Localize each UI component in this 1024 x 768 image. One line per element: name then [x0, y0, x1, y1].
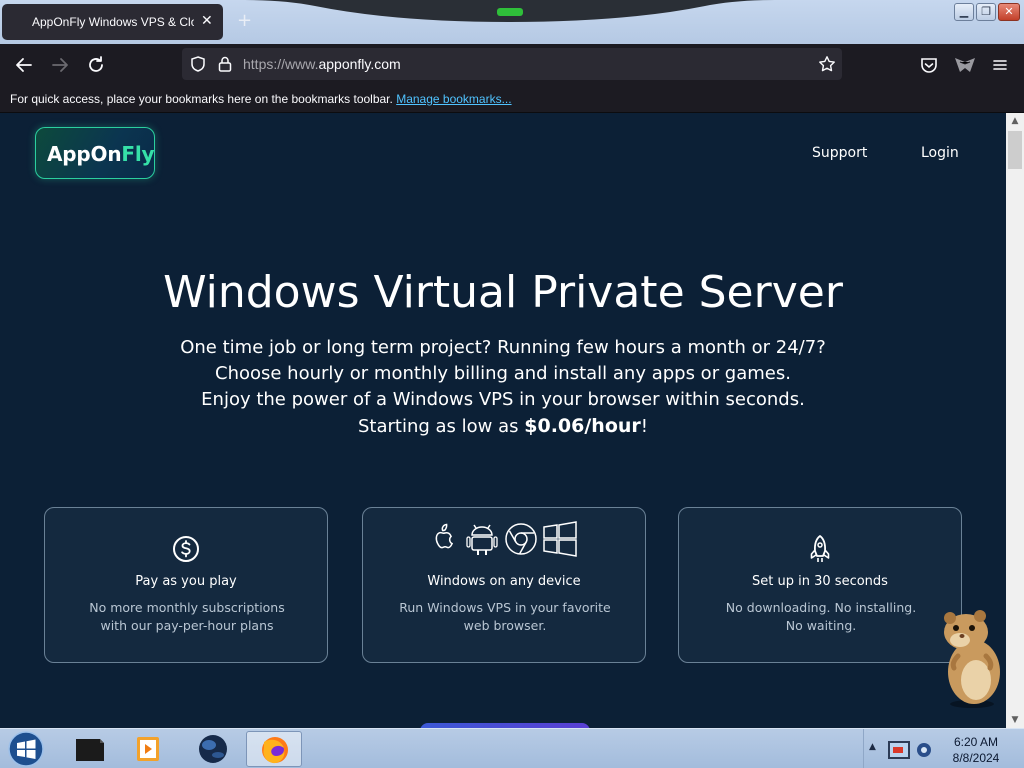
- start-orb-icon[interactable]: [6, 730, 46, 768]
- os-taskbar: ▲ 6:20 AM 8/8/2024: [0, 728, 1024, 768]
- close-button[interactable]: ✕: [998, 3, 1020, 21]
- card-title: Set up in 30 seconds: [752, 574, 888, 589]
- clock-date: 8/8/2024: [952, 751, 1000, 765]
- feature-card-pay-as-you-play: Pay as you play No more monthly subscrip…: [44, 507, 328, 663]
- show-hidden-icons-icon[interactable]: ▲: [869, 742, 876, 752]
- card-description: No more monthly subscriptions with our pa…: [89, 600, 285, 633]
- apponfly-logo[interactable]: AppOnFly: [35, 127, 155, 179]
- window-title-bar: AppOnFly Windows VPS & Clou ✕ + ▁ ❐ ✕: [0, 0, 1024, 44]
- reload-icon[interactable]: [85, 54, 107, 76]
- page-scrollbar[interactable]: ▲ ▼: [1006, 113, 1024, 728]
- tray-separator: [863, 729, 864, 768]
- pocket-icon[interactable]: [918, 54, 940, 76]
- window-controls: ▁ ❐ ✕: [954, 3, 1020, 21]
- taskbar-globe-app[interactable]: [185, 731, 241, 767]
- network-status-icon[interactable]: [887, 739, 911, 761]
- shield-icon[interactable]: [189, 55, 207, 73]
- card-title: Pay as you play: [135, 574, 237, 589]
- feature-card-any-device: Windows on any device Run Windows VPS in…: [362, 507, 646, 663]
- bookmarks-toolbar: For quick access, place your bookmarks h…: [0, 85, 1024, 113]
- menu-icon[interactable]: [989, 54, 1011, 76]
- logo-text: AppOnFly: [47, 142, 155, 166]
- manage-bookmarks-link[interactable]: Manage bookmarks...: [396, 92, 511, 106]
- chrome-icon: [505, 523, 537, 555]
- feature-card-setup-time: Set up in 30 seconds No downloading. No …: [678, 507, 962, 663]
- nav-support-link[interactable]: Support: [812, 145, 867, 161]
- price-highlight: $0.06/hour: [524, 415, 641, 437]
- star-icon[interactable]: [818, 55, 836, 73]
- taskbar-media-player-app[interactable]: [120, 731, 176, 767]
- titlebar-ornament: [245, 0, 775, 22]
- url-text[interactable]: https://www.apponfly.com: [243, 56, 401, 72]
- scroll-up-icon[interactable]: ▲: [1006, 113, 1024, 129]
- extension-icon[interactable]: [952, 54, 978, 76]
- hero-line-4: Starting as low as $0.06/hour!: [358, 415, 648, 437]
- rocket-icon: [679, 534, 961, 564]
- volume-status-icon[interactable]: [915, 739, 933, 761]
- bookmarks-message: For quick access, place your bookmarks h…: [10, 92, 393, 106]
- card-title: Windows on any device: [427, 574, 581, 589]
- minimize-button[interactable]: ▁: [954, 3, 974, 21]
- taskbar-firefox-app[interactable]: [246, 731, 302, 767]
- system-clock[interactable]: 6:20 AM 8/8/2024: [943, 734, 1009, 766]
- windows-icon: [543, 521, 577, 557]
- taskbar-terminal-app[interactable]: [62, 731, 118, 767]
- hamster-mascot-icon: [944, 610, 1000, 708]
- hero-title: Windows Virtual Private Server: [163, 267, 843, 318]
- new-tab-icon[interactable]: +: [237, 10, 252, 31]
- web-page: AppOnFly Support Login Windows Virtual P…: [0, 113, 1006, 728]
- nav-login-link[interactable]: Login: [921, 145, 959, 161]
- hero-line-3: Enjoy the power of a Windows VPS in your…: [201, 389, 805, 410]
- forward-arrow-icon[interactable]: [49, 54, 71, 76]
- system-tray: ▲ 6:20 AM 8/8/2024: [863, 729, 1024, 768]
- hero-line-1: One time job or long term project? Runni…: [180, 337, 826, 358]
- tab-close-icon[interactable]: ✕: [201, 12, 213, 29]
- browser-tab-active[interactable]: AppOnFly Windows VPS & Clou ✕: [2, 4, 223, 40]
- url-bar[interactable]: https://www.apponfly.com: [182, 48, 842, 80]
- scroll-down-icon[interactable]: ▼: [1006, 712, 1024, 728]
- dollar-coin-icon: [45, 534, 327, 564]
- card-description: No downloading. No installing. No waiting…: [725, 600, 917, 633]
- restore-button[interactable]: ❐: [976, 3, 996, 21]
- lock-icon[interactable]: [217, 55, 233, 73]
- scroll-thumb[interactable]: [1008, 131, 1022, 169]
- card-description: Run Windows VPS in your favorite web brow…: [399, 600, 611, 633]
- hero-description: One time job or long term project? Runni…: [0, 335, 1006, 440]
- android-icon: [466, 524, 498, 555]
- tab-title: AppOnFly Windows VPS & Clou: [32, 15, 194, 29]
- apple-icon: [435, 523, 454, 549]
- back-arrow-icon[interactable]: [13, 54, 35, 76]
- clock-time: 6:20 AM: [953, 735, 999, 749]
- platform-icons: [363, 520, 645, 558]
- hero-line-2: Choose hourly or monthly billing and ins…: [215, 363, 791, 384]
- navigation-toolbar: https://www.apponfly.com: [0, 44, 1024, 85]
